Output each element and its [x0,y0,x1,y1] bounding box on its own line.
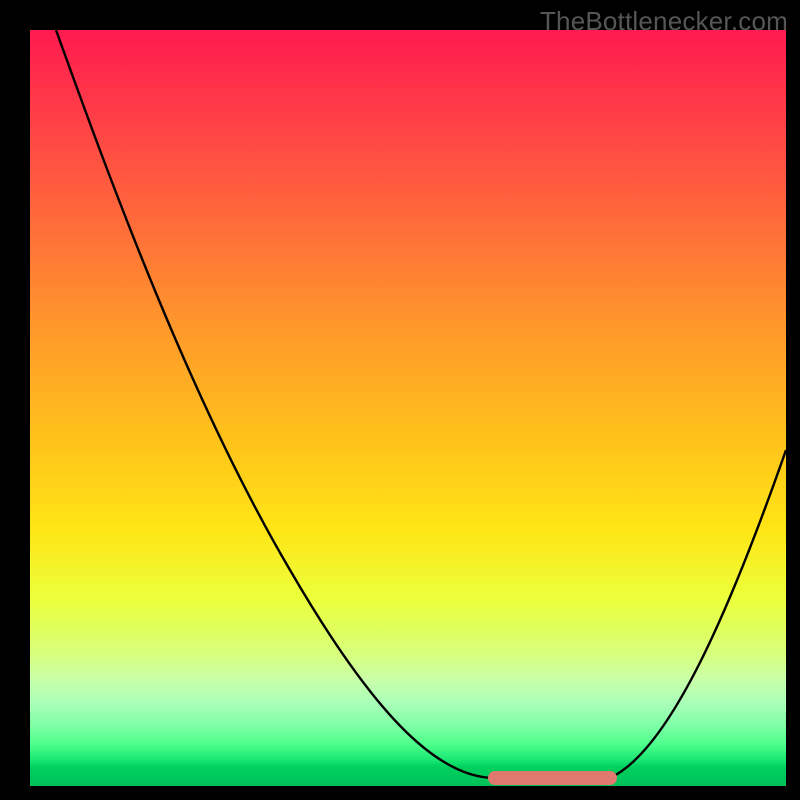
chart-plot-area [30,30,786,786]
curve-right [610,450,786,778]
curve-left [56,30,495,778]
watermark-text: TheBottlenecker.com [540,6,788,37]
chart-svg [30,30,786,786]
